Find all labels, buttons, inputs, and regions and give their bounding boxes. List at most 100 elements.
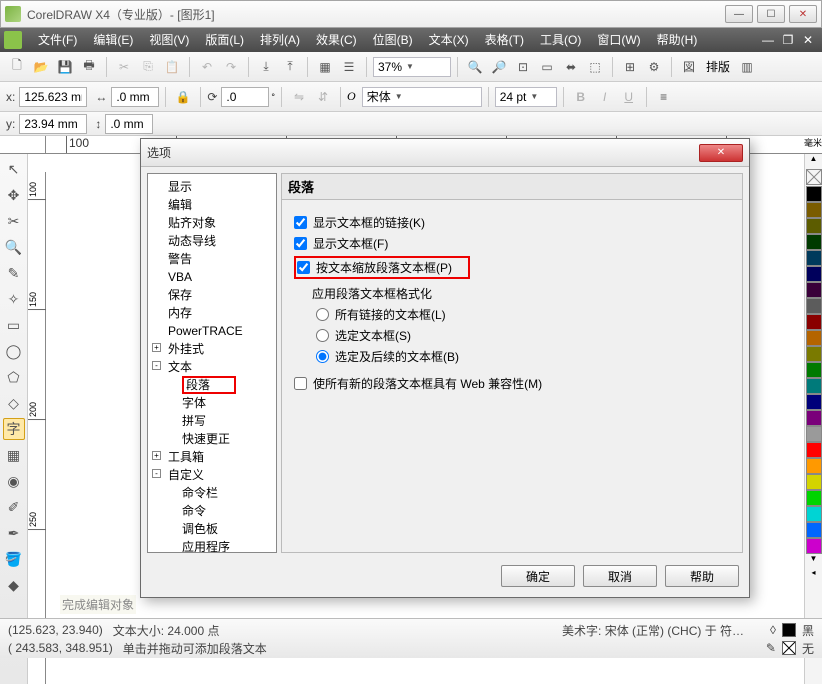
- rad-selected[interactable]: 选定文本框(S): [316, 327, 730, 344]
- bold-icon[interactable]: B: [570, 86, 592, 108]
- color-swatch[interactable]: [806, 234, 822, 250]
- dialog-close-button[interactable]: ✕: [699, 144, 743, 162]
- pick-tool-icon[interactable]: ↖: [3, 158, 25, 180]
- tree-item[interactable]: -自定义: [148, 466, 276, 484]
- save-icon[interactable]: 💾: [54, 56, 76, 78]
- italic-icon[interactable]: I: [594, 86, 616, 108]
- options-icon[interactable]: ⚙: [643, 56, 665, 78]
- paste-icon[interactable]: 📋: [161, 56, 183, 78]
- text-tool-icon[interactable]: 字: [3, 418, 25, 440]
- fill-tool-icon[interactable]: 🪣: [3, 548, 25, 570]
- cancel-button[interactable]: 取消: [583, 565, 657, 587]
- open-icon[interactable]: 📂: [30, 56, 52, 78]
- color-swatch[interactable]: [806, 474, 822, 490]
- tree-item[interactable]: +外挂式: [148, 340, 276, 358]
- blend-tool-icon[interactable]: ◉: [3, 470, 25, 492]
- maximize-button[interactable]: ☐: [757, 5, 785, 23]
- chk-scale-frame[interactable]: 按文本缩放段落文本框(P): [294, 256, 470, 279]
- snap-icon[interactable]: ⊞: [619, 56, 641, 78]
- close-button[interactable]: ✕: [789, 5, 817, 23]
- interactive-fill-icon[interactable]: ◆: [3, 574, 25, 596]
- app-launcher-icon[interactable]: ▦: [314, 56, 336, 78]
- freehand-tool-icon[interactable]: ✎: [3, 262, 25, 284]
- cut-icon[interactable]: ✂: [113, 56, 135, 78]
- menu-item[interactable]: 窗口(W): [589, 29, 648, 51]
- fontsize-dropdown[interactable]: 24 pt▼: [495, 87, 557, 107]
- tree-item[interactable]: 字体: [148, 394, 276, 412]
- rad-subsequent[interactable]: 选定及后续的文本框(B): [316, 348, 730, 365]
- menu-item[interactable]: 工具(O): [532, 29, 589, 51]
- zoom-dropdown[interactable]: 37%▼: [373, 57, 451, 77]
- new-icon[interactable]: 🗋: [6, 56, 28, 78]
- tree-item[interactable]: 内存: [148, 304, 276, 322]
- mdi-close[interactable]: ✕: [798, 33, 818, 47]
- tree-item[interactable]: 应用程序: [148, 538, 276, 553]
- tree-item[interactable]: 命令栏: [148, 484, 276, 502]
- color-swatch[interactable]: [806, 250, 822, 266]
- tree-item[interactable]: 命令: [148, 502, 276, 520]
- color-swatch[interactable]: [806, 202, 822, 218]
- menu-item[interactable]: 版面(L): [197, 29, 252, 51]
- color-swatch[interactable]: [806, 426, 822, 442]
- minimize-button[interactable]: —: [725, 5, 753, 23]
- zoom-page-icon[interactable]: ▭: [536, 56, 558, 78]
- color-swatch[interactable]: [806, 458, 822, 474]
- outline-swatch[interactable]: [782, 641, 796, 655]
- color-swatch[interactable]: [806, 410, 822, 426]
- color-swatch[interactable]: [806, 282, 822, 298]
- zoom-fit-icon[interactable]: ⊡: [512, 56, 534, 78]
- options-tree[interactable]: 显示编辑贴齐对象动态导线警告VBA保存内存PowerTRACE+外挂式-文本段落…: [147, 173, 277, 553]
- chk-show-frame[interactable]: 显示文本框(F): [294, 235, 730, 252]
- print-icon[interactable]: 🖶: [78, 56, 100, 78]
- polygon-tool-icon[interactable]: ⬠: [3, 366, 25, 388]
- menu-item[interactable]: 编辑(E): [85, 29, 141, 51]
- tree-item[interactable]: 保存: [148, 286, 276, 304]
- zoom-sel-icon[interactable]: ⬚: [584, 56, 606, 78]
- align-icon[interactable]: ≡: [653, 86, 675, 108]
- zoom-tool-icon[interactable]: 🔍: [3, 236, 25, 258]
- color-swatch[interactable]: [806, 346, 822, 362]
- zoom-width-icon[interactable]: ⬌: [560, 56, 582, 78]
- tree-item[interactable]: -文本: [148, 358, 276, 376]
- smart-tool-icon[interactable]: ✧: [3, 288, 25, 310]
- export-icon[interactable]: ⤒: [279, 56, 301, 78]
- menu-item[interactable]: 表格(T): [477, 29, 532, 51]
- text-tool-icon[interactable]: 図: [678, 56, 700, 78]
- menu-item[interactable]: 效果(C): [308, 29, 365, 51]
- chk-web-compat[interactable]: 使所有新的段落文本框具有 Web 兼容性(M): [294, 375, 730, 392]
- tree-item[interactable]: 快速更正: [148, 430, 276, 448]
- tree-item[interactable]: VBA: [148, 268, 276, 286]
- chk-show-links[interactable]: 显示文本框的链接(K): [294, 214, 730, 231]
- menu-item[interactable]: 位图(B): [365, 29, 421, 51]
- color-swatch[interactable]: [806, 266, 822, 282]
- mirror-h-icon[interactable]: ⇋: [288, 86, 310, 108]
- color-swatch[interactable]: [806, 490, 822, 506]
- color-swatch[interactable]: [806, 442, 822, 458]
- tree-item[interactable]: 显示: [148, 178, 276, 196]
- color-swatch[interactable]: [806, 506, 822, 522]
- palette-down-icon[interactable]: ▼: [805, 554, 822, 568]
- no-fill-swatch[interactable]: [806, 169, 822, 185]
- shape-tool-icon[interactable]: ✥: [3, 184, 25, 206]
- h-input[interactable]: [105, 114, 153, 134]
- outline-tool-icon[interactable]: ✒: [3, 522, 25, 544]
- eyedropper-tool-icon[interactable]: ✐: [3, 496, 25, 518]
- layout-icon[interactable]: ▥: [736, 56, 758, 78]
- tree-item[interactable]: 拼写: [148, 412, 276, 430]
- underline-icon[interactable]: U: [618, 86, 640, 108]
- tree-item[interactable]: +工具箱: [148, 448, 276, 466]
- tree-item[interactable]: 段落: [148, 376, 276, 394]
- menu-item[interactable]: 视图(V): [141, 29, 197, 51]
- angle-input[interactable]: [221, 87, 269, 107]
- color-swatch[interactable]: [806, 362, 822, 378]
- tree-item[interactable]: PowerTRACE: [148, 322, 276, 340]
- undo-icon[interactable]: ↶: [196, 56, 218, 78]
- rectangle-tool-icon[interactable]: ▭: [3, 314, 25, 336]
- tree-item[interactable]: 警告: [148, 250, 276, 268]
- tree-item[interactable]: 贴齐对象: [148, 214, 276, 232]
- ok-button[interactable]: 确定: [501, 565, 575, 587]
- menu-item[interactable]: 排列(A): [252, 29, 308, 51]
- color-swatch[interactable]: [806, 378, 822, 394]
- palette-up-icon[interactable]: ▲: [805, 154, 822, 168]
- menu-item[interactable]: 帮助(H): [649, 29, 706, 51]
